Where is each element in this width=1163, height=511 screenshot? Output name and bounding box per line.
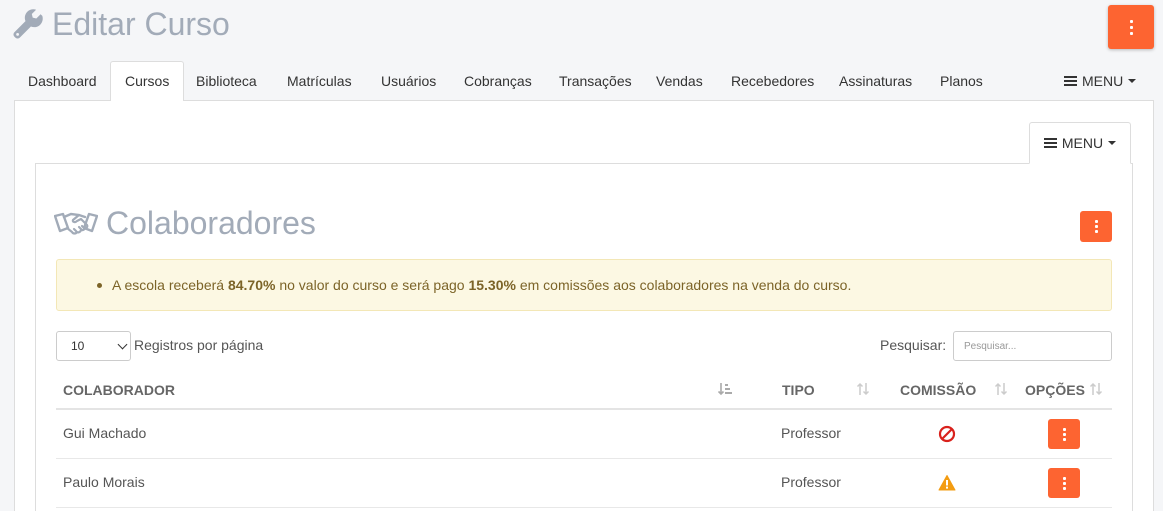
alert-prefix: A escola receberá: [112, 277, 228, 293]
section-title: Colaboradores: [106, 204, 316, 241]
tab-vendas[interactable]: Vendas: [642, 61, 717, 101]
hamburger-icon: [1043, 138, 1057, 148]
tab-cobrancas[interactable]: Cobranças: [450, 61, 546, 101]
cell-colaborador: Gui Machado: [63, 425, 147, 441]
alert-middle: no valor do curso e será pago: [275, 277, 469, 293]
tab-biblioteca[interactable]: Biblioteca: [182, 61, 271, 101]
page-options-button[interactable]: [1108, 5, 1154, 49]
table-row: Gui Machado Professor: [56, 410, 1112, 459]
page-length-select[interactable]: 10: [56, 331, 131, 361]
vertical-dots-icon: [1062, 427, 1066, 441]
cell-tipo: Professor: [781, 474, 841, 490]
section-header: Colaboradores: [54, 202, 316, 244]
tab-assinaturas[interactable]: Assinaturas: [825, 61, 926, 101]
commission-alert: A escola receberá 84.70% no valor do cur…: [56, 259, 1112, 311]
collaborators-table: COLABORADOR TIPO COMISSÃO OPÇÕES Gui Mac…: [56, 370, 1112, 508]
tab-transacoes[interactable]: Transações: [545, 61, 646, 101]
sort-icon[interactable]: [1089, 382, 1103, 396]
cell-colaborador: Paulo Morais: [63, 474, 145, 490]
alert-text: A escola receberá 84.70% no valor do cur…: [97, 277, 851, 293]
tab-cursos[interactable]: Cursos: [110, 61, 185, 102]
warning-icon: [938, 475, 956, 491]
tab-matriculas[interactable]: Matrículas: [273, 61, 366, 101]
sort-active-icon[interactable]: [718, 382, 732, 396]
page-length-value: 10: [71, 339, 85, 353]
handshake-icon: [54, 212, 98, 235]
chevron-down-icon: [117, 339, 128, 350]
inner-menu-label: MENU: [1061, 135, 1104, 151]
header-comissao[interactable]: COMISSÃO: [900, 382, 976, 398]
row-options-button[interactable]: [1048, 468, 1080, 498]
page-header: Editar Curso: [12, 4, 230, 44]
search-label: Pesquisar:: [880, 337, 947, 353]
vertical-dots-icon: [1129, 19, 1133, 35]
hamburger-icon: [1064, 76, 1077, 86]
page-title: Editar Curso: [52, 5, 230, 42]
sort-icon[interactable]: [856, 382, 870, 396]
vertical-dots-icon: [1094, 220, 1098, 233]
alert-suffix: em comissões aos colaboradores na venda …: [515, 277, 852, 293]
row-options-button[interactable]: [1048, 419, 1080, 449]
section-options-button[interactable]: [1080, 211, 1112, 242]
tab-dashboard[interactable]: Dashboard: [14, 61, 111, 101]
page-length-label: Registros por página: [134, 337, 264, 353]
header-colaborador[interactable]: COLABORADOR: [63, 382, 175, 398]
nav-menu-dropdown[interactable]: MENU: [1064, 61, 1137, 101]
table-header-row: COLABORADOR TIPO COMISSÃO OPÇÕES: [56, 370, 1112, 410]
nav-tabs: Dashboard Cursos Biblioteca Matrículas U…: [14, 61, 1154, 102]
commission-percent: 15.30%: [468, 277, 516, 293]
search-input[interactable]: [953, 331, 1112, 361]
caret-down-icon: [1128, 79, 1137, 83]
wrench-icon: [13, 9, 43, 39]
tab-usuarios[interactable]: Usuários: [367, 61, 450, 101]
vertical-dots-icon: [1062, 476, 1066, 490]
school-percent: 84.70%: [227, 277, 276, 293]
tab-planos[interactable]: Planos: [926, 61, 997, 101]
header-opcoes[interactable]: OPÇÕES: [1025, 382, 1085, 398]
caret-down-icon: [1108, 141, 1117, 145]
header-tipo[interactable]: TIPO: [782, 382, 815, 398]
ban-icon: [938, 425, 956, 443]
inner-menu-dropdown[interactable]: MENU: [1029, 122, 1131, 164]
table-row: Paulo Morais Professor: [56, 459, 1112, 508]
bullet: [97, 283, 102, 288]
nav-menu-label: MENU: [1082, 73, 1124, 89]
cell-tipo: Professor: [781, 425, 841, 441]
tab-recebedores[interactable]: Recebedores: [717, 61, 828, 101]
sort-icon[interactable]: [994, 382, 1008, 396]
